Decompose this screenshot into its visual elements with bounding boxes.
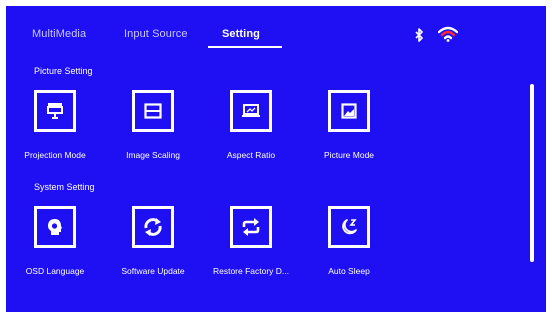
sleep-icon: [342, 219, 357, 235]
section-label-system-setting: System Setting: [34, 182, 95, 192]
tile-label: Restore Factory D...: [212, 266, 290, 276]
bluetooth-icon: [414, 28, 424, 42]
tile-label: Projection Mode: [24, 150, 86, 160]
tile-picture-mode[interactable]: Picture Mode: [306, 90, 392, 164]
tab-input-source[interactable]: Input Source: [124, 28, 188, 40]
projector-icon: [47, 103, 63, 119]
tile-restore-factory[interactable]: Restore Factory D...: [208, 206, 294, 280]
tile-box: [328, 90, 370, 132]
picture-mode-icon: [341, 103, 357, 119]
tile-label: OSD Language: [25, 266, 85, 276]
tile-aspect-ratio[interactable]: Aspect Ratio: [208, 90, 294, 164]
update-icon: [144, 218, 162, 236]
tile-auto-sleep[interactable]: Auto Sleep: [306, 206, 392, 280]
scrollbar[interactable]: [530, 84, 534, 262]
tile-label: Aspect Ratio: [226, 150, 276, 160]
tab-multimedia[interactable]: MultiMedia: [32, 28, 86, 40]
tile-software-update[interactable]: Software Update: [110, 206, 196, 280]
restore-icon: [242, 218, 260, 236]
tile-label: Image Scaling: [126, 150, 180, 160]
tile-osd-language[interactable]: OSD Language: [12, 206, 98, 280]
tile-box: [230, 90, 272, 132]
tile-box: [132, 206, 174, 248]
tab-setting[interactable]: Setting: [222, 28, 260, 40]
tile-box: [132, 90, 174, 132]
wifi-icon: [438, 26, 458, 42]
language-icon: [48, 219, 62, 235]
tile-box: [328, 206, 370, 248]
settings-screen: MultiMedia Input Source Setting Picture …: [6, 6, 546, 312]
tile-box: [34, 206, 76, 248]
tile-box: [34, 90, 76, 132]
active-tab-underline: [208, 46, 282, 48]
section-label-picture-setting: Picture Setting: [34, 66, 93, 76]
scaling-icon: [144, 103, 162, 119]
aspect-ratio-icon: [242, 104, 260, 117]
scrollbar-thumb[interactable]: [530, 84, 534, 262]
tile-label: Picture Mode: [323, 150, 375, 160]
tile-label: Auto Sleep: [328, 266, 370, 276]
tile-image-scaling[interactable]: Image Scaling: [110, 90, 196, 164]
tile-box: [230, 206, 272, 248]
tile-projection-mode[interactable]: Projection Mode: [12, 90, 98, 164]
tile-label: Software Update: [121, 266, 185, 276]
